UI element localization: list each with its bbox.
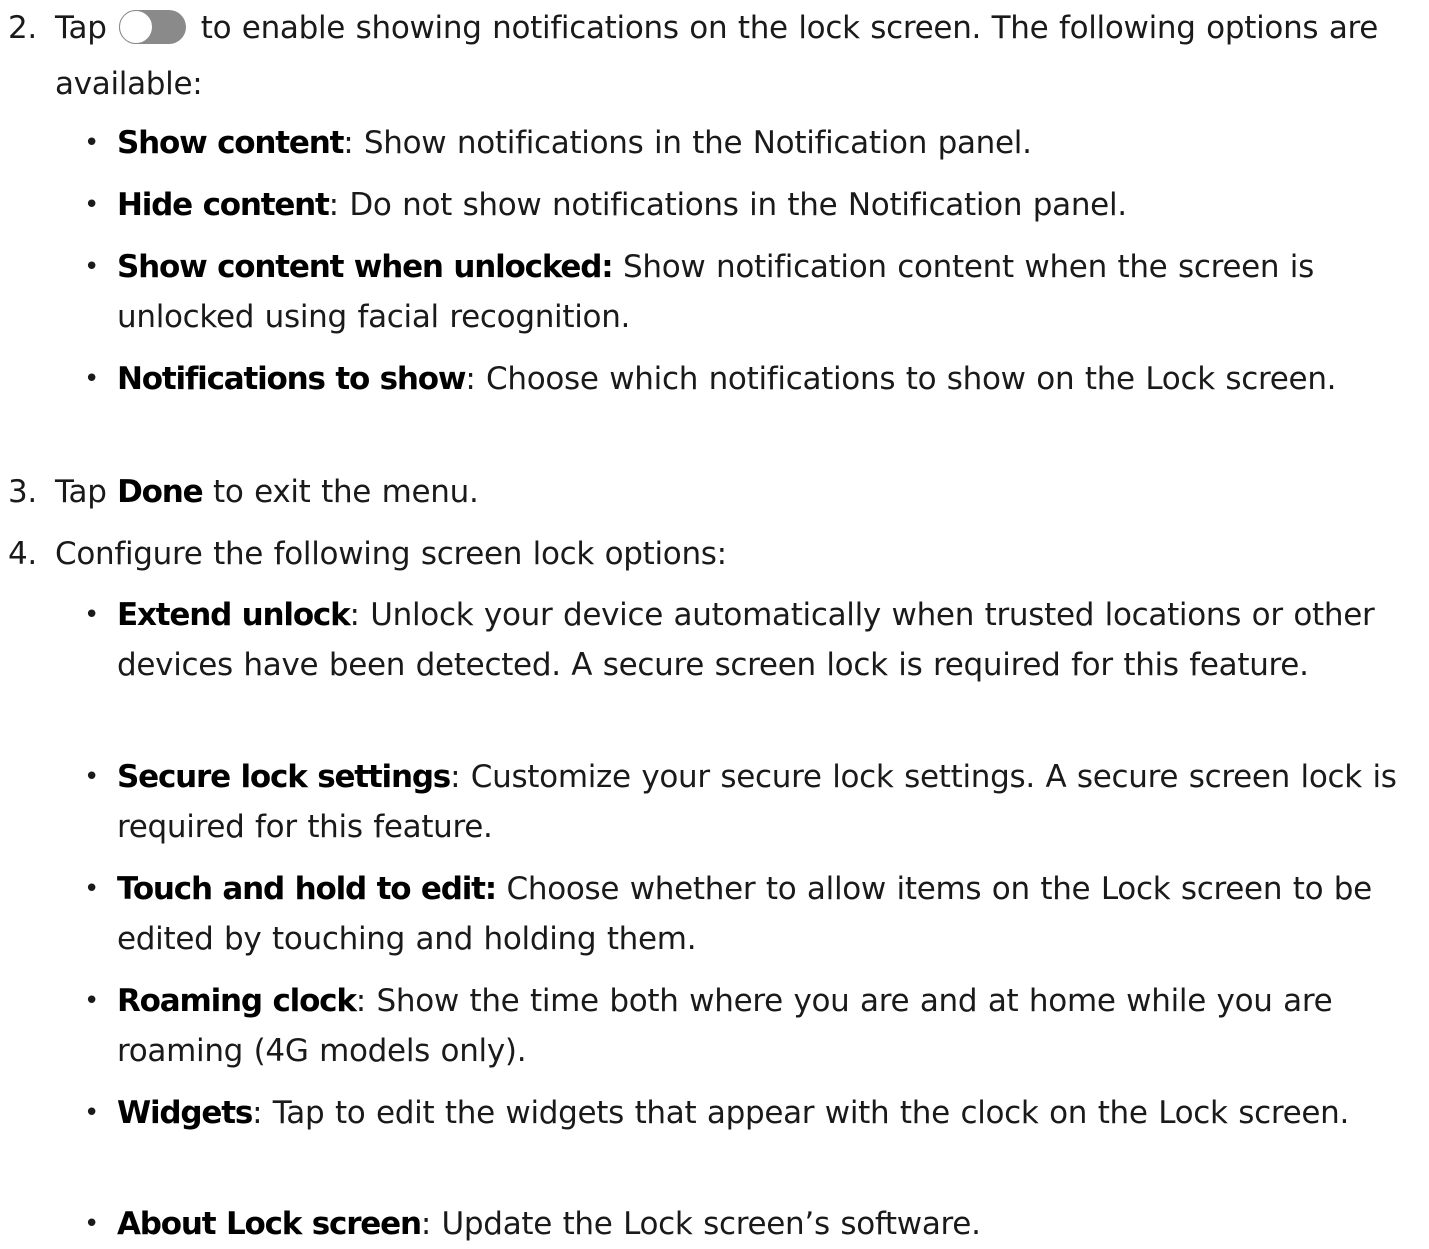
option-term: Notifications to show [117, 361, 467, 397]
bullet-icon: • [84, 1098, 100, 1128]
option-term: Extend unlock [117, 597, 351, 633]
option-description: : Update the Lock screen’s software. [420, 1206, 981, 1242]
option-term: Secure lock settings [117, 759, 451, 795]
option-term: Show content when unlocked: [117, 249, 614, 285]
bullet-icon: • [84, 600, 100, 630]
step-number: 2. [8, 10, 37, 46]
bullet-icon: • [84, 762, 100, 792]
step-text: Tap to enable showing notifications on t… [55, 10, 1379, 102]
step-number: 3. [8, 474, 37, 510]
option-term: Hide content [117, 187, 330, 223]
option-term: Widgets [117, 1095, 253, 1131]
bullet-icon: • [84, 364, 100, 394]
option-term: About Lock screen [117, 1206, 422, 1242]
bullet-icon: • [84, 190, 100, 220]
step-text: Tap Done to exit the menu. [55, 474, 479, 510]
option-term: Show content [117, 125, 344, 161]
bullet-icon: • [84, 874, 100, 904]
step-number: 4. [8, 536, 37, 572]
option-term: Touch and hold to edit: [117, 871, 497, 907]
option-description: : Tap to edit the widgets that appear wi… [252, 1095, 1350, 1131]
done-label: Done [117, 474, 204, 510]
option-description: : Do not show notifications in the Notif… [328, 187, 1127, 223]
bullet-icon: • [84, 252, 100, 282]
step-text: Configure the following screen lock opti… [55, 536, 727, 572]
bullet-icon: • [84, 128, 100, 158]
option-description: : Choose which notifications to show on … [465, 361, 1337, 397]
toggle-switch-icon [119, 10, 187, 44]
bullet-icon: • [84, 1209, 100, 1239]
option-description: : Show notifications in the Notification… [343, 125, 1032, 161]
option-term: Roaming clock [117, 983, 357, 1019]
bullet-icon: • [84, 986, 100, 1016]
